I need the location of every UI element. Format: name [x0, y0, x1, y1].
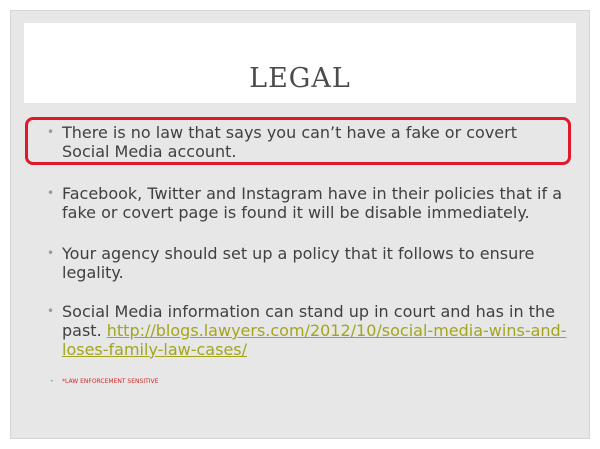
slide-title: LEGAL — [249, 63, 351, 94]
bullet-dot-icon: • — [47, 246, 55, 260]
bullet-item-2: • Facebook, Twitter and Instagram have i… — [47, 184, 572, 222]
bullet-dot-icon: • — [47, 186, 55, 200]
highlight-box — [25, 117, 571, 165]
bullet-dot-icon: • — [50, 378, 54, 385]
bullet-item-3: • Your agency should set up a policy tha… — [47, 244, 562, 282]
slide: LEGAL — [10, 10, 590, 439]
bullet-item-4: • Social Media information can stand up … — [47, 302, 572, 359]
bullet-text: Your agency should set up a policy that … — [62, 244, 535, 282]
bullet-text: Facebook, Twitter and Instagram have in … — [62, 184, 563, 222]
bullet-item-5: • *LAW ENFORCEMENT SENSITIVE — [50, 378, 159, 386]
title-box: LEGAL — [24, 23, 576, 103]
bullet-dot-icon: • — [47, 304, 55, 318]
sensitive-label: *LAW ENFORCEMENT SENSITIVE — [62, 378, 159, 385]
court-case-link[interactable]: http://blogs.lawyers.com/2012/10/social-… — [62, 321, 566, 359]
